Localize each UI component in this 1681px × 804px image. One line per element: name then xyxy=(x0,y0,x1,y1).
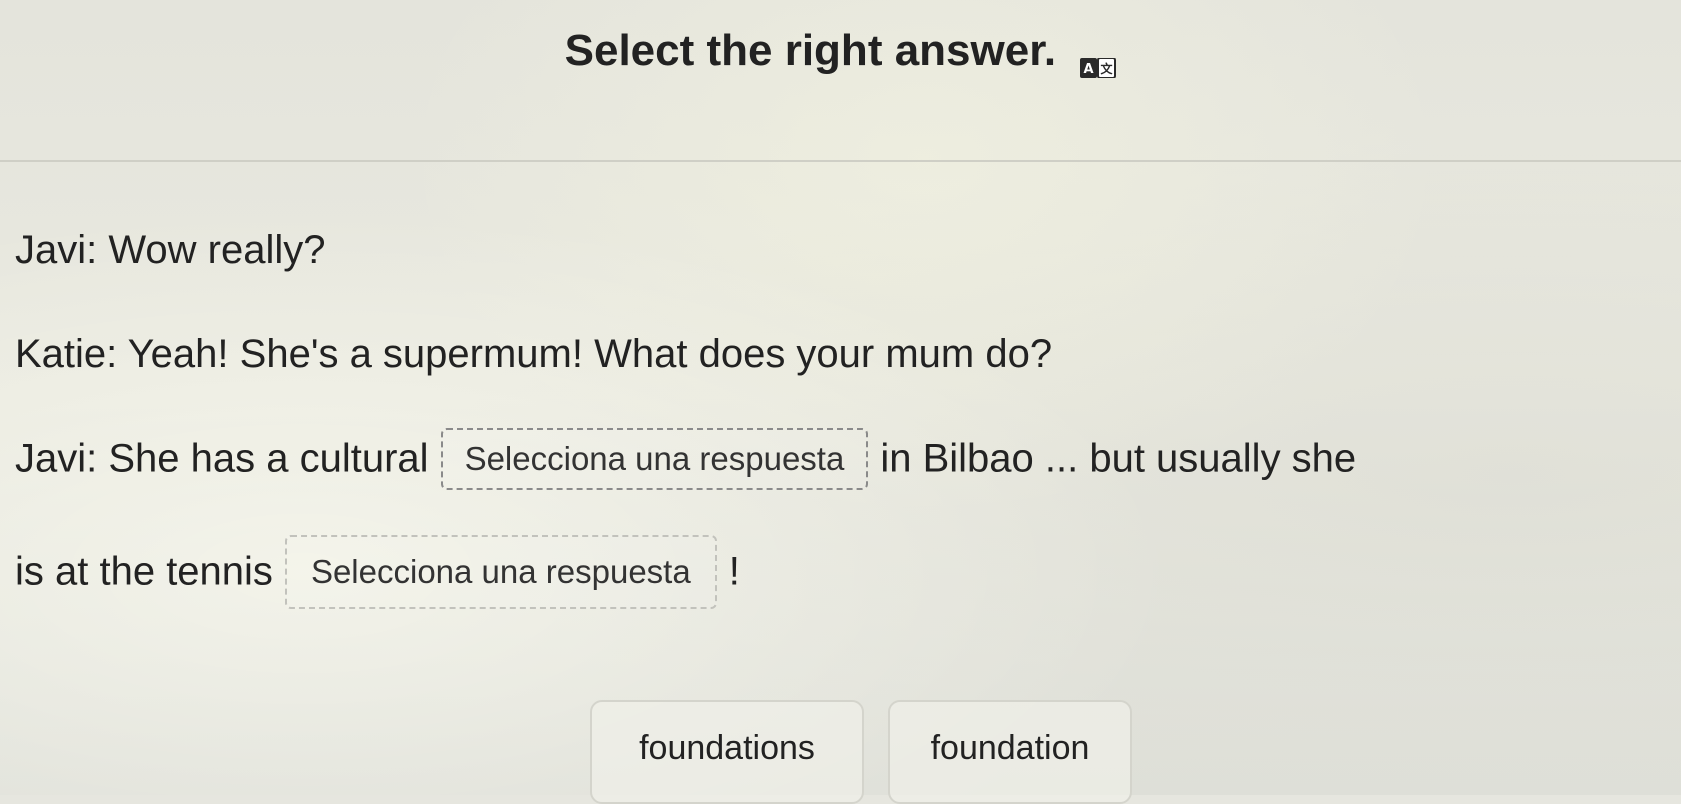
dialogue-line: is at the tennis Selecciona una respuesta… xyxy=(15,535,740,609)
svg-text:A: A xyxy=(1084,62,1094,77)
page-title: Select the right answer. A 文 xyxy=(0,26,1681,80)
header-divider xyxy=(0,160,1681,162)
dialogue-text: Javi: She has a cultural xyxy=(15,436,429,481)
dialogue-text: is at the tennis xyxy=(15,549,273,594)
dialogue-line: Javi: Wow really? xyxy=(15,226,325,273)
dialogue-text: Javi: Wow really? xyxy=(15,227,326,272)
dialogue-text: in Bilbao ... but usually she xyxy=(880,436,1357,481)
dialogue-line: Katie: Yeah! She's a supermum! What does… xyxy=(15,330,1052,377)
option-foundation[interactable]: foundation xyxy=(888,700,1132,804)
instruction-text: Select the right answer. xyxy=(564,26,1057,75)
answer-dropdown-2[interactable]: Selecciona una respuesta xyxy=(284,535,717,609)
translate-icon[interactable]: A 文 xyxy=(1080,39,1117,80)
svg-text:文: 文 xyxy=(1101,61,1114,76)
option-foundations[interactable]: foundations xyxy=(590,700,864,804)
dialogue-text: ! xyxy=(728,549,740,594)
dialogue-line: Javi: She has a cultural Selecciona una r… xyxy=(15,428,1356,490)
header: Select the right answer. A 文 xyxy=(0,0,1681,160)
answer-dropdown-1[interactable]: Selecciona una respuesta xyxy=(440,428,869,490)
dialogue-text: Katie: Yeah! She's a supermum! What does… xyxy=(15,331,1053,376)
